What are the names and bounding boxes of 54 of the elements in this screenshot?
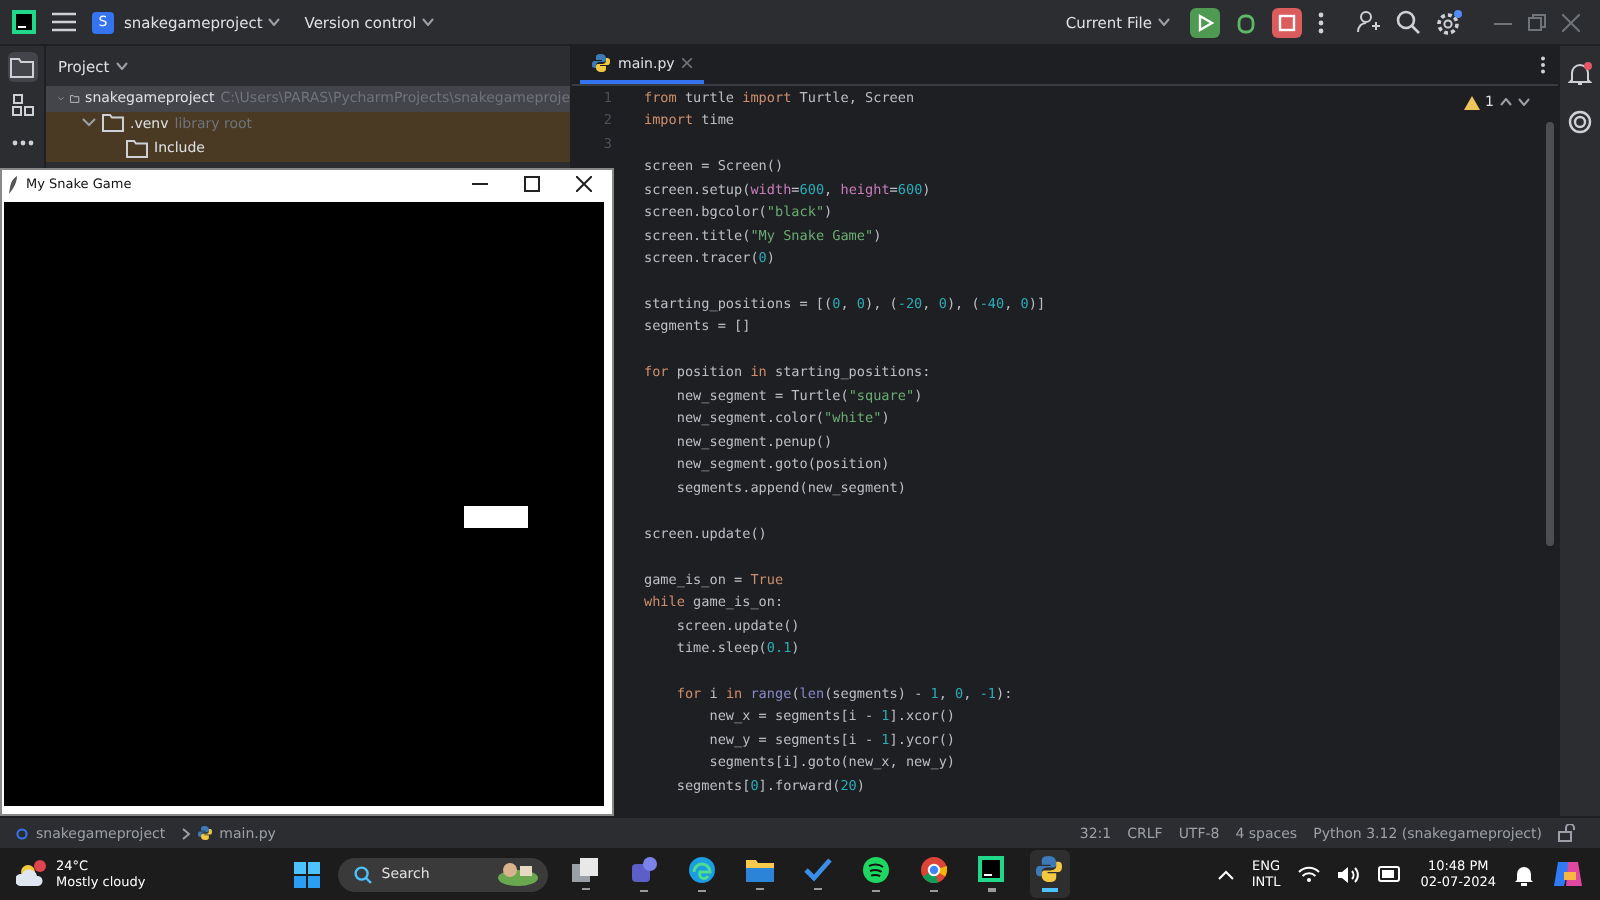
browser-icon	[919, 855, 948, 884]
scrollbar[interactable]	[1546, 122, 1554, 546]
run-icon[interactable]	[1190, 7, 1220, 37]
wifi-icon[interactable]	[1298, 866, 1321, 882]
folder-icon	[126, 139, 148, 158]
battery-icon[interactable]	[1378, 866, 1403, 882]
structure-icon	[11, 94, 33, 116]
lock-icon[interactable]	[1558, 824, 1576, 842]
copilot-icon[interactable]	[1552, 860, 1584, 888]
restore-icon[interactable]	[1528, 13, 1546, 31]
feather-icon	[8, 175, 18, 193]
folder-icon	[69, 89, 80, 108]
more-icon[interactable]	[1540, 56, 1546, 74]
volume-icon[interactable]	[1338, 865, 1361, 883]
chevron-icon[interactable]	[82, 118, 96, 129]
search-icon[interactable]	[1396, 10, 1420, 34]
chevron-right-icon	[181, 827, 190, 839]
notifications-icon[interactable]	[1568, 62, 1592, 86]
chevron-down-icon[interactable]	[1518, 98, 1530, 106]
chevron-up-icon[interactable]	[1500, 98, 1512, 106]
chevron-down-icon	[422, 18, 435, 26]
stop-icon[interactable]	[1272, 7, 1302, 37]
warning-icon[interactable]	[1463, 95, 1480, 109]
python-app-icon[interactable]	[1029, 850, 1070, 898]
close-icon[interactable]	[576, 176, 592, 192]
browser-icon	[687, 855, 716, 884]
maximize-icon[interactable]	[524, 176, 540, 192]
snake-body	[464, 506, 528, 528]
ide-icon	[978, 856, 1005, 883]
menu-icon[interactable]	[52, 12, 76, 32]
chevron-down-icon	[1158, 18, 1170, 26]
project-tool-button[interactable]	[7, 52, 37, 82]
settings-icon[interactable]	[1436, 9, 1462, 35]
python-file-icon	[592, 54, 610, 72]
python-file-icon	[197, 826, 212, 840]
app-logo-icon[interactable]	[12, 10, 36, 34]
python-icon	[1036, 856, 1063, 883]
folder-icon	[102, 114, 124, 133]
checkmark-icon	[803, 857, 832, 882]
weather-icon[interactable]	[16, 860, 48, 888]
start-icon[interactable]	[293, 861, 320, 887]
folder-icon	[745, 857, 774, 882]
folder-icon	[10, 57, 34, 77]
windows-icon	[571, 857, 600, 882]
add-user-icon[interactable]	[1356, 10, 1380, 34]
music-icon	[861, 855, 890, 884]
notification-bell-icon[interactable]	[1514, 863, 1534, 885]
chevron-down-icon	[268, 18, 281, 26]
more-icon[interactable]	[1318, 11, 1324, 33]
chevron-down-icon	[115, 62, 128, 70]
search-icon	[353, 865, 372, 883]
chat-icon	[629, 855, 658, 884]
more-icon	[11, 140, 33, 146]
structure-tool-button[interactable]	[7, 90, 37, 120]
